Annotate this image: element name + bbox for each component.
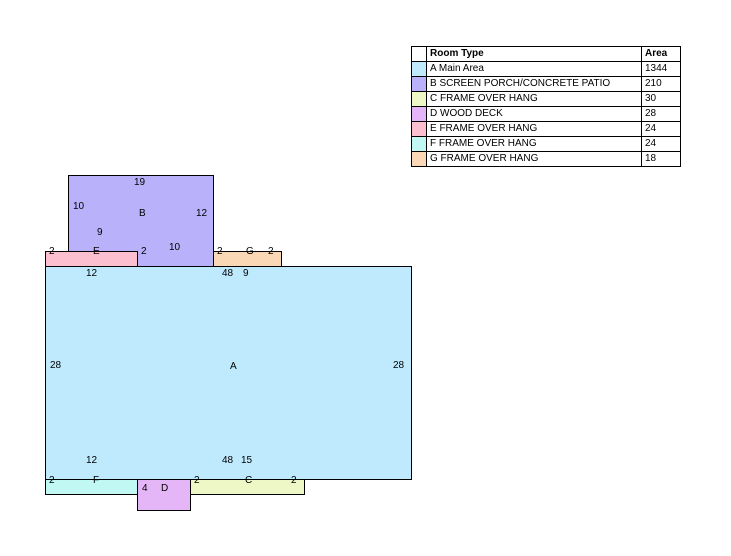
legend-row: C FRAME OVER HANG 30 (411, 91, 681, 107)
legend-row: A Main Area 1344 (411, 61, 681, 77)
dimension-label: 4 (142, 483, 148, 494)
dimension-label: 12 (86, 455, 98, 466)
dimension-label: 9 (97, 227, 103, 238)
legend-area: 1344 (641, 61, 681, 77)
room-e-frame-overhang (45, 251, 138, 267)
legend-swatch (411, 61, 427, 77)
legend-room-type: A Main Area (426, 61, 642, 77)
dimension-label: 28 (393, 360, 405, 371)
legend-swatch (411, 136, 427, 152)
legend-swatch-header (411, 46, 427, 62)
room-e-letter: E (93, 246, 100, 257)
legend-room-type: F FRAME OVER HANG (426, 136, 642, 152)
room-f-frame-overhang (45, 479, 138, 495)
room-a-main-area (45, 266, 412, 480)
dimension-label: 10 (169, 242, 181, 253)
legend-row: F FRAME OVER HANG 24 (411, 136, 681, 152)
room-d-letter: D (161, 483, 169, 494)
legend-room-type: E FRAME OVER HANG (426, 121, 642, 137)
legend-row: D WOOD DECK 28 (411, 106, 681, 122)
legend-swatch (411, 91, 427, 107)
legend-header-row: Room Type Area (411, 46, 681, 62)
dimension-label: 10 (73, 201, 85, 212)
room-g-letter: G (246, 246, 254, 257)
legend-area: 18 (641, 151, 681, 167)
room-a-letter: A (230, 361, 237, 372)
legend-room-type: G FRAME OVER HANG (426, 151, 642, 167)
dimension-label: 48 (222, 268, 234, 279)
legend-area: 210 (641, 76, 681, 92)
legend-row: B SCREEN PORCH/CONCRETE PATIO 210 (411, 76, 681, 92)
legend-area: 28 (641, 106, 681, 122)
legend-header-room-type: Room Type (426, 46, 642, 62)
dimension-label: 2 (194, 475, 200, 486)
legend-area: 24 (641, 136, 681, 152)
room-c-letter: C (245, 475, 253, 486)
dimension-label: 9 (243, 268, 249, 279)
dimension-label: 12 (196, 208, 208, 219)
legend-row: G FRAME OVER HANG 18 (411, 151, 681, 167)
legend-area: 30 (641, 91, 681, 107)
legend-swatch (411, 121, 427, 137)
legend-swatch (411, 151, 427, 167)
dimension-label: 2 (49, 475, 55, 486)
legend-header-area: Area (641, 46, 681, 62)
dimension-label: 19 (134, 177, 146, 188)
room-b-letter: B (139, 208, 146, 219)
dimension-label: 15 (241, 455, 253, 466)
room-f-letter: F (93, 475, 100, 486)
legend-table: Room Type Area A Main Area 1344 B SCREEN P… (411, 46, 681, 167)
legend-room-type: D WOOD DECK (426, 106, 642, 122)
dimension-label: 2 (291, 475, 297, 486)
dimension-label: 2 (268, 246, 274, 257)
dimension-label: 2 (141, 246, 147, 257)
dimension-label: 2 (217, 246, 223, 257)
dimension-label: 48 (222, 455, 234, 466)
dimension-label: 2 (49, 246, 55, 257)
legend-room-type: B SCREEN PORCH/CONCRETE PATIO (426, 76, 642, 92)
legend-row: E FRAME OVER HANG 24 (411, 121, 681, 137)
legend-swatch (411, 76, 427, 92)
dimension-label: 12 (86, 268, 98, 279)
legend-room-type: C FRAME OVER HANG (426, 91, 642, 107)
dimension-label: 28 (50, 360, 62, 371)
legend-area: 24 (641, 121, 681, 137)
legend-swatch (411, 106, 427, 122)
